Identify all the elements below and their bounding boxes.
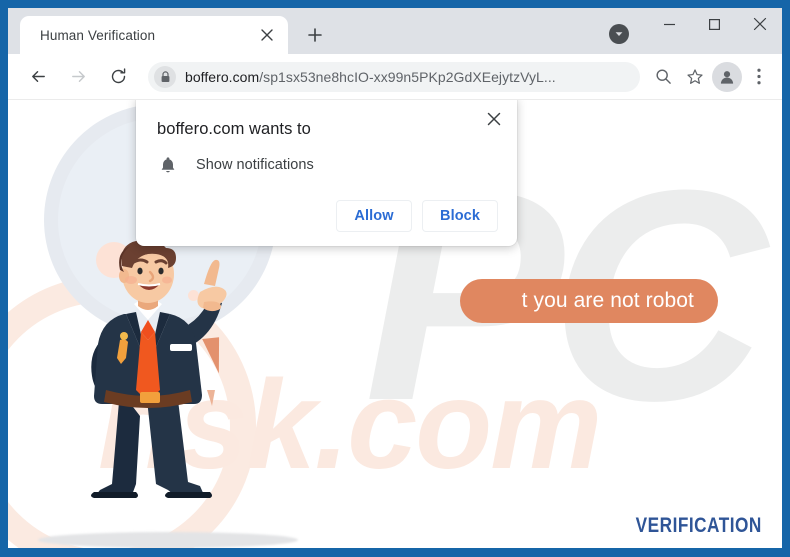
- permission-row: Show notifications: [156, 156, 497, 174]
- search-icon[interactable]: [648, 62, 678, 92]
- dialog-title: boffero.com wants to: [157, 120, 311, 138]
- browser-toolbar: boffero.com/sp1sx53ne8hcIO-xx99n5PKp2GdX…: [8, 54, 782, 100]
- tab-strip: Human Verification: [8, 8, 782, 54]
- dialog-actions: Allow Block: [336, 200, 498, 232]
- permission-label: Show notifications: [196, 157, 314, 173]
- minimize-button[interactable]: [647, 8, 692, 40]
- browser-window: Human Verification boffero.com/sp1sx53ne…: [8, 8, 782, 548]
- padlock-icon: [154, 65, 176, 88]
- maximize-button[interactable]: [692, 8, 737, 40]
- close-icon[interactable]: [481, 106, 507, 132]
- tab-title: Human Verification: [40, 27, 156, 43]
- verify-cta-button[interactable]: t you are not robot: [460, 279, 718, 323]
- close-window-button[interactable]: [737, 8, 782, 40]
- close-icon[interactable]: [256, 24, 278, 46]
- menu-icon[interactable]: [744, 62, 774, 92]
- url-text: boffero.com/sp1sx53ne8hcIO-xx99n5PKp2GdX…: [185, 69, 556, 85]
- window-controls: [647, 8, 782, 54]
- bell-icon: [156, 156, 180, 174]
- forward-button: [62, 61, 94, 93]
- url-domain: boffero.com: [185, 68, 260, 85]
- avatar[interactable]: [712, 61, 742, 92]
- page-viewport: PC risk.com t you are not robot VERIFICA…: [8, 100, 782, 548]
- back-button[interactable]: [22, 61, 54, 93]
- block-button[interactable]: Block: [422, 200, 498, 232]
- address-bar[interactable]: boffero.com/sp1sx53ne8hcIO-xx99n5PKp2GdX…: [148, 61, 640, 92]
- url-path: /sp1sx53ne8hcIO-xx99n5PKp2GdXEejytzVyL..…: [259, 68, 556, 85]
- reload-button[interactable]: [102, 61, 134, 93]
- page-footer-brand: VERIFICATION: [635, 514, 762, 537]
- star-icon[interactable]: [680, 62, 710, 92]
- download-arrow-icon[interactable]: [609, 24, 629, 44]
- mascot-floor-shadow: [38, 532, 298, 548]
- screenshot-root: Human Verification boffero.com/sp1sx53ne…: [0, 0, 790, 557]
- mascot-illustration: [91, 240, 227, 498]
- verify-cta-label: t you are not robot: [521, 289, 694, 312]
- browser-tab-human-verification[interactable]: Human Verification: [20, 16, 288, 54]
- new-tab-button[interactable]: [300, 20, 330, 50]
- allow-button[interactable]: Allow: [336, 200, 412, 232]
- notification-permission-dialog: boffero.com wants to Show notifications …: [136, 100, 517, 246]
